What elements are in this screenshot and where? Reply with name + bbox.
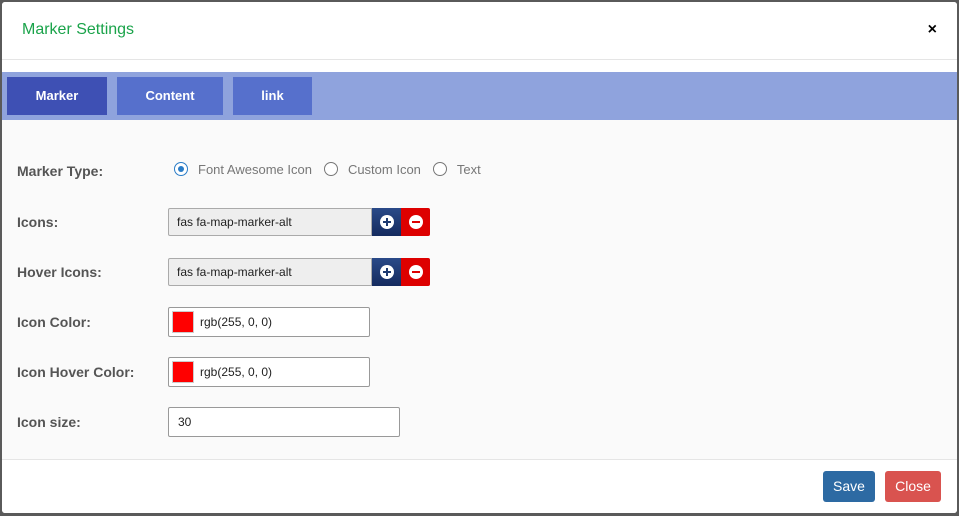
plus-circle-icon [380,265,394,279]
hover-icons-input[interactable]: fas fa-map-marker-alt [168,258,372,286]
marker-type-radio-group: Font Awesome Icon Custom Icon Text [174,160,493,178]
icon-color-value: rgb(255, 0, 0) [200,315,273,329]
plus-circle-icon [380,215,394,229]
tab-bar: Marker Content link [2,72,957,120]
tab-marker[interactable]: Marker [7,77,107,115]
tab-link[interactable]: link [233,77,312,115]
close-icon[interactable]: × [928,20,937,40]
modal-header: Marker Settings × [2,2,957,60]
save-button[interactable]: Save [823,471,875,502]
add-hover-icon-button[interactable] [372,258,401,286]
hover-icons-label: Hover Icons: [17,264,102,280]
remove-icon-button[interactable] [401,208,430,236]
radio-font-awesome-icon[interactable] [174,162,188,176]
radio-label-custom-icon: Custom Icon [347,161,421,177]
marker-type-label: Marker Type: [17,163,104,179]
radio-label-font-awesome-icon: Font Awesome Icon [198,161,312,177]
modal-footer: Save Close [2,459,957,513]
icon-hover-color-input[interactable]: rgb(255, 0, 0) [168,357,370,387]
icon-hover-color-swatch[interactable] [172,361,194,383]
modal-title: Marker Settings [22,21,135,38]
remove-hover-icon-button[interactable] [401,258,430,286]
close-button[interactable]: Close [885,471,941,502]
marker-form: Marker Type: Font Awesome Icon Custom Ic… [2,120,957,459]
icon-size-input[interactable]: 30 [168,407,400,437]
add-icon-button[interactable] [372,208,401,236]
icon-hover-color-value: rgb(255, 0, 0) [200,365,273,379]
icon-color-input[interactable]: rgb(255, 0, 0) [168,307,370,337]
minus-circle-icon [409,215,423,229]
icon-color-swatch[interactable] [172,311,194,333]
icon-size-label: Icon size: [17,414,81,430]
icon-color-label: Icon Color: [17,314,91,330]
radio-custom-icon[interactable] [323,162,338,176]
radio-label-text: Text [456,161,481,177]
icons-label: Icons: [17,214,59,230]
radio-text[interactable] [432,162,447,176]
icon-hover-color-label: Icon Hover Color: [17,364,135,380]
icons-input[interactable]: fas fa-map-marker-alt [168,208,372,236]
tab-content[interactable]: Content [117,77,223,115]
minus-circle-icon [409,265,423,279]
marker-settings-modal: Marker Settings × Marker Content link Ma… [2,2,957,513]
